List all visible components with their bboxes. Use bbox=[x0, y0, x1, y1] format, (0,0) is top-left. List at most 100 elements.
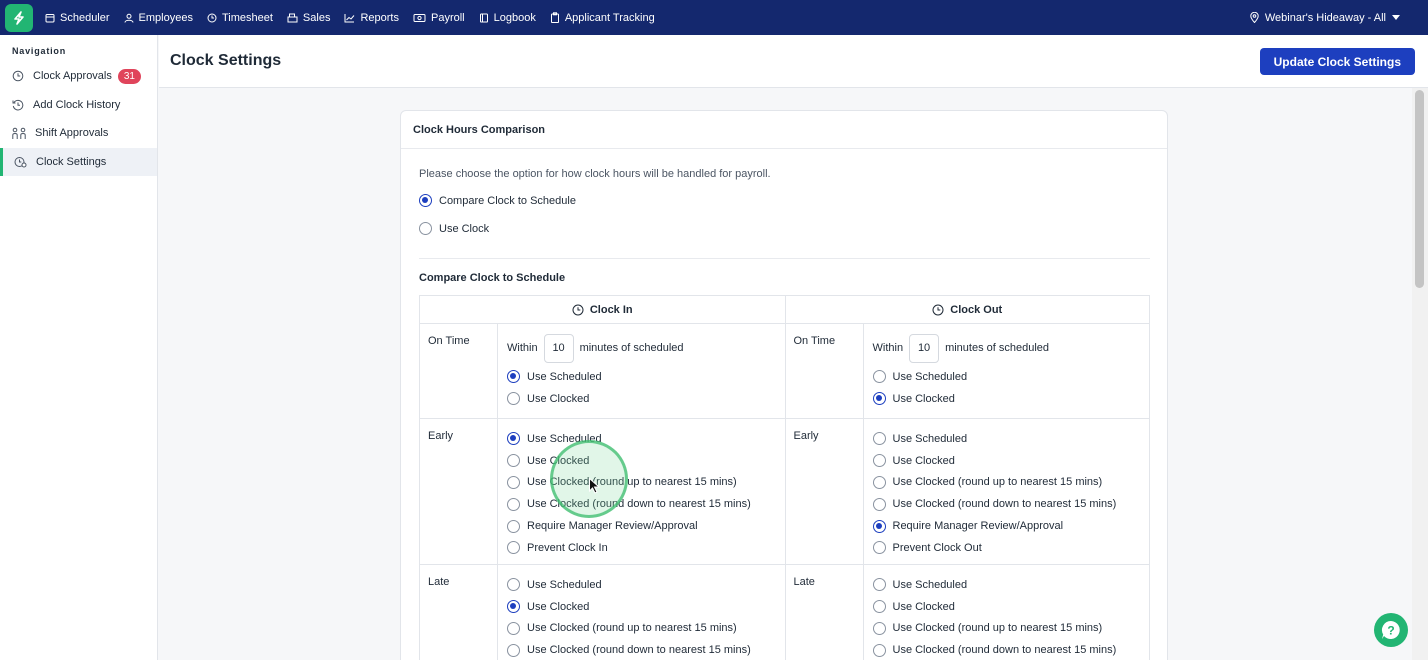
option-row[interactable]: Use Clocked bbox=[872, 596, 1117, 618]
nav-sales[interactable]: Sales bbox=[287, 12, 330, 24]
clock-in-minutes-input[interactable] bbox=[543, 333, 574, 363]
clock-in-on-time-cell: On Time Within minutes of scheduled Use … bbox=[420, 324, 785, 418]
clock-out-minutes-input[interactable] bbox=[909, 333, 940, 363]
radio-button[interactable] bbox=[419, 222, 432, 235]
option-label: Use Clocked bbox=[892, 392, 955, 405]
radio-button[interactable] bbox=[872, 370, 886, 384]
radio-button[interactable] bbox=[507, 432, 520, 446]
sidebar-item-clock-settings[interactable]: Clock Settings bbox=[0, 147, 157, 176]
clipboard-icon bbox=[550, 12, 559, 23]
help-chat-button[interactable]: ? bbox=[1374, 613, 1408, 647]
radio-button[interactable] bbox=[507, 643, 520, 657]
nav-applicant-tracking[interactable]: Applicant Tracking bbox=[550, 12, 655, 24]
radio-button[interactable] bbox=[507, 519, 520, 533]
nav-timesheet[interactable]: Timesheet bbox=[207, 12, 273, 24]
option-row[interactable]: Use Clocked bbox=[507, 596, 751, 618]
nav-employees[interactable]: Employees bbox=[124, 12, 193, 24]
option-label: Use Scheduled bbox=[892, 370, 968, 383]
option-label: Require Manager Review/Approval bbox=[892, 520, 1064, 533]
option-row[interactable]: Use Clocked bbox=[507, 388, 684, 410]
option-row[interactable]: Use Scheduled bbox=[507, 428, 751, 450]
radio-button[interactable] bbox=[872, 643, 886, 657]
shift-swap-icon bbox=[12, 127, 26, 139]
radio-button[interactable] bbox=[507, 541, 520, 555]
location-selector[interactable]: Webinar's Hideaway - All bbox=[1250, 0, 1406, 35]
app-logo[interactable] bbox=[5, 3, 33, 32]
nav-reports[interactable]: Reports bbox=[344, 12, 399, 24]
sidebar-item-add-clock-history[interactable]: Add Clock History bbox=[0, 91, 157, 120]
option-row[interactable]: Use Scheduled bbox=[872, 574, 1117, 596]
radio-button[interactable] bbox=[872, 454, 886, 468]
within-label: Within bbox=[507, 342, 538, 354]
radio-button[interactable] bbox=[507, 621, 520, 635]
option-label: Require Manager Review/Approval bbox=[527, 520, 698, 533]
radio-button[interactable] bbox=[507, 578, 520, 592]
option-row[interactable]: Use Clocked bbox=[507, 450, 751, 472]
radio-button[interactable] bbox=[419, 194, 432, 207]
option-label: Use Clocked (round down to nearest 15 mi… bbox=[892, 498, 1117, 511]
option-row[interactable]: Use Clocked (round up to nearest 15 mins… bbox=[507, 618, 751, 640]
option-row[interactable]: Use Clocked (round up to nearest 15 mins… bbox=[507, 472, 751, 494]
option-row[interactable]: Prevent Clock Out bbox=[872, 537, 1117, 559]
sidebar-item-shift-approvals[interactable]: Shift Approvals bbox=[0, 119, 157, 148]
option-row[interactable]: Use Clocked (round down to nearest 15 mi… bbox=[872, 639, 1116, 660]
clock-icon bbox=[12, 70, 24, 82]
option-row[interactable]: Use Clocked bbox=[872, 388, 1050, 410]
option-row[interactable]: Require Manager Review/Approval bbox=[872, 515, 1117, 537]
radio-button[interactable] bbox=[872, 621, 886, 635]
radio-button[interactable] bbox=[507, 600, 520, 614]
radio-button[interactable] bbox=[872, 600, 886, 614]
radio-button[interactable] bbox=[872, 475, 886, 489]
option-row[interactable]: Use Clocked (round down to nearest 15 mi… bbox=[507, 639, 751, 660]
within-minutes: Within minutes of scheduled bbox=[507, 333, 684, 363]
option-row[interactable]: Use Scheduled bbox=[872, 366, 1050, 388]
option-label: Use Clocked bbox=[892, 454, 955, 467]
chevron-down-icon bbox=[1392, 15, 1400, 20]
location-label: Webinar's Hideaway - All bbox=[1264, 11, 1386, 24]
nav-scheduler[interactable]: Scheduler bbox=[45, 12, 110, 24]
radio-button[interactable] bbox=[507, 392, 520, 406]
clock-icon bbox=[572, 304, 584, 315]
divider bbox=[419, 258, 1150, 259]
clock-out-early-cell: Early Use Scheduled Use Clocked Use Cloc… bbox=[784, 419, 1150, 564]
nav-payroll[interactable]: Payroll bbox=[413, 12, 465, 24]
radio-button[interactable] bbox=[507, 454, 520, 468]
sidebar-item-label: Shift Approvals bbox=[35, 127, 109, 140]
option-row[interactable]: Prevent Clock In bbox=[507, 537, 751, 559]
option-row[interactable]: Use Scheduled bbox=[872, 428, 1117, 450]
page-header: Clock Settings Update Clock Settings bbox=[159, 35, 1428, 88]
option-use-clock[interactable]: Use Clock bbox=[419, 222, 489, 235]
nav-logbook[interactable]: Logbook bbox=[479, 12, 536, 24]
row-label: Late bbox=[786, 565, 864, 660]
radio-button[interactable] bbox=[872, 519, 886, 533]
clock-hours-card: Clock Hours Comparison Please choose the… bbox=[400, 110, 1168, 660]
option-compare-clock-to-schedule[interactable]: Compare Clock to Schedule bbox=[419, 194, 576, 207]
radio-button[interactable] bbox=[507, 475, 520, 489]
scrollbar[interactable] bbox=[1412, 88, 1428, 660]
option-row[interactable]: Require Manager Review/Approval bbox=[507, 515, 751, 537]
option-row[interactable]: Use Clocked (round down to nearest 15 mi… bbox=[507, 493, 751, 515]
sidebar-title: Navigation bbox=[12, 46, 67, 56]
radio-button[interactable] bbox=[872, 432, 886, 446]
update-clock-settings-button[interactable]: Update Clock Settings bbox=[1259, 48, 1415, 75]
radio-button[interactable] bbox=[872, 392, 886, 406]
sidebar-item-clock-approvals[interactable]: Clock Approvals 31 bbox=[0, 62, 157, 91]
option-row[interactable]: Use Clocked (round down to nearest 15 mi… bbox=[872, 493, 1117, 515]
radio-button[interactable] bbox=[507, 370, 520, 384]
radio-button[interactable] bbox=[872, 578, 886, 592]
money-icon bbox=[413, 13, 426, 22]
option-row[interactable]: Use Clocked bbox=[872, 450, 1117, 472]
option-label: Use Scheduled bbox=[527, 370, 602, 383]
radio-button[interactable] bbox=[872, 541, 886, 555]
radio-button[interactable] bbox=[872, 497, 886, 511]
table-row-on-time: On Time Within minutes of scheduled Use … bbox=[420, 324, 1149, 419]
radio-button[interactable] bbox=[507, 497, 520, 511]
scrollbar-thumb[interactable] bbox=[1415, 90, 1424, 288]
option-row[interactable]: Use Scheduled bbox=[507, 366, 684, 388]
option-row[interactable]: Use Clocked (round up to nearest 15 mins… bbox=[872, 618, 1117, 640]
option-row[interactable]: Use Clocked (round up to nearest 15 mins… bbox=[872, 472, 1117, 494]
history-icon bbox=[12, 99, 24, 111]
svg-text:?: ? bbox=[1387, 624, 1394, 638]
row-label: On Time bbox=[786, 324, 864, 418]
option-row[interactable]: Use Scheduled bbox=[507, 574, 751, 596]
